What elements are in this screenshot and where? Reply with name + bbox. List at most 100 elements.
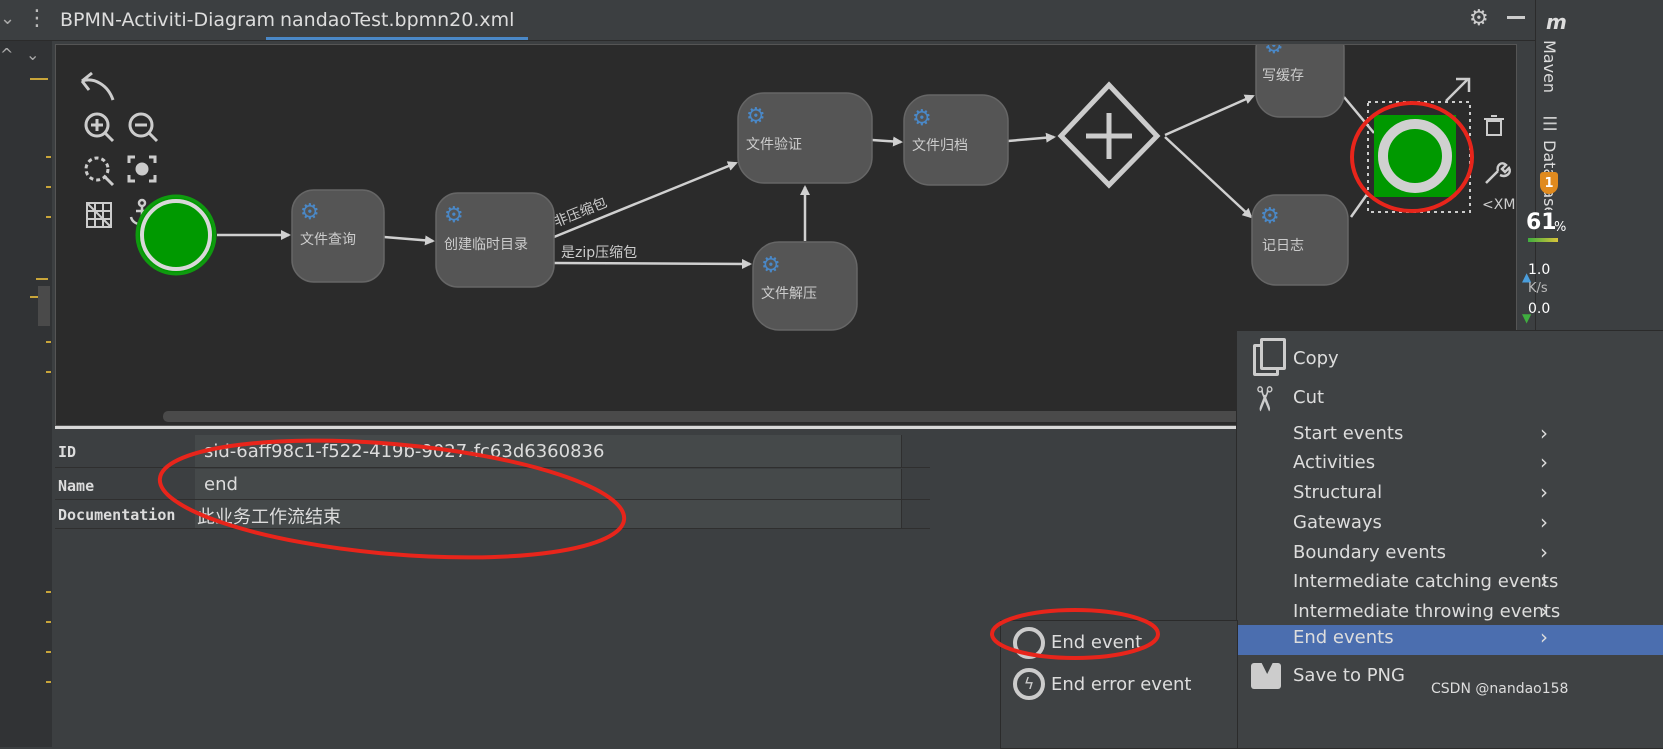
task-label: 创建临时目录 <box>444 237 528 253</box>
end-error-event-icon: ϟ <box>1013 668 1045 700</box>
edge-log-to-end[interactable] <box>1349 192 1370 218</box>
edge-gateway-to-log[interactable] <box>1164 136 1253 219</box>
chevron-right-icon: › <box>1540 450 1548 474</box>
connect-arrow-icon[interactable] <box>1445 77 1471 102</box>
maven-tool-tab[interactable]: Maven <box>1540 40 1559 93</box>
submenu-item-end-error-event[interactable]: ϟ End error event <box>1001 665 1237 705</box>
menu-item-end-events[interactable]: End events › <box>1237 625 1663 655</box>
parallel-gateway[interactable] <box>1057 81 1161 189</box>
chevron-right-icon: › <box>1540 510 1548 534</box>
upload-rate: 1.0 <box>1528 262 1551 278</box>
notification-badge[interactable]: 1 <box>1540 172 1558 194</box>
menu-item-cut[interactable]: ✂ Cut <box>1237 383 1663 419</box>
menu-label: Boundary events <box>1293 542 1447 563</box>
task-label: 文件查询 <box>300 232 356 248</box>
tab-nandao-test-xml[interactable]: nandaoTest.bpmn20.xml <box>266 0 529 40</box>
scissors-icon: ✂ <box>1243 384 1284 414</box>
menu-label: Intermediate catching events <box>1293 571 1559 592</box>
gear-icon: ⚙ <box>300 200 320 225</box>
fold-up-icon[interactable]: ^ <box>0 45 13 64</box>
zoom-out-icon[interactable] <box>128 112 159 143</box>
menu-item-copy[interactable]: Copy <box>1237 338 1663 380</box>
end-events-submenu: End event ϟ End error event <box>990 608 1238 749</box>
task-label: 文件验证 <box>746 137 802 153</box>
end-event-selected[interactable] <box>1350 101 1474 213</box>
chevron-right-icon: › <box>1540 599 1548 623</box>
menu-label: End events <box>1293 627 1394 648</box>
center-focus-icon[interactable] <box>127 155 157 183</box>
gear-icon: ⚙ <box>444 203 464 228</box>
settings-gear-icon[interactable]: ⚙ <box>1469 6 1489 31</box>
chevron-right-icon: › <box>1540 625 1548 649</box>
submenu-label: End error event <box>1051 674 1192 695</box>
undo-icon[interactable] <box>80 71 115 101</box>
monitor-percent: 61 <box>1526 210 1557 235</box>
menu-item-intermediate-catching-events[interactable]: Intermediate catching events › <box>1237 569 1663 599</box>
watermark: CSDN @nandao158 <box>1431 681 1569 697</box>
property-key: ID <box>58 443 77 461</box>
zoom-fit-icon[interactable] <box>84 156 115 187</box>
task-label: 文件解压 <box>761 286 817 302</box>
menu-label: Cut <box>1293 387 1325 408</box>
task-file-verify[interactable]: ⚙ 文件验证 <box>737 92 873 184</box>
wrench-icon[interactable] <box>1485 162 1511 184</box>
badge-count: 1 <box>1544 176 1554 191</box>
minimize-icon[interactable] <box>1507 16 1525 19</box>
task-file-archive[interactable]: ⚙ 文件归档 <box>903 94 1009 186</box>
collapse-icon[interactable]: ⌄ <box>0 8 15 29</box>
zoom-in-icon[interactable] <box>84 112 115 143</box>
edge-archive-to-gateway[interactable] <box>1007 132 1056 143</box>
gear-icon: ⚙ <box>1264 45 1284 59</box>
edge-gateway-to-cache[interactable] <box>1164 94 1255 137</box>
menu-label: Intermediate throwing events <box>1293 601 1561 622</box>
grid-icon[interactable] <box>86 202 112 228</box>
start-event[interactable] <box>135 194 217 276</box>
download-rate: 0.0 <box>1528 301 1551 317</box>
menu-label: Structural <box>1293 482 1383 503</box>
editor-tab-bar: ⌄ ⋮ BPMN-Activiti-Diagram nandaoTest.bpm… <box>0 0 1663 41</box>
menu-item-boundary-events[interactable]: Boundary events › <box>1237 540 1663 570</box>
editor-gutter: ^ ⌄ <box>0 41 52 747</box>
menu-item-activities[interactable]: Activities › <box>1237 450 1663 480</box>
menu-item-gateways[interactable]: Gateways › <box>1237 510 1663 540</box>
chevron-right-icon: › <box>1540 421 1548 445</box>
monitor-bar <box>1528 238 1558 242</box>
edge-query-to-tempdir[interactable] <box>383 235 435 246</box>
annotation-ellipse-properties <box>157 438 627 560</box>
task-log[interactable]: ⚙ 记日志 <box>1251 194 1349 286</box>
menu-item-start-events[interactable]: Start events › <box>1237 421 1663 451</box>
property-key: Name <box>58 477 95 495</box>
annotation-ellipse-end-event <box>990 608 1160 660</box>
edge-label-is-zip: 是zip压缩包 <box>561 245 637 261</box>
task-label: 写缓存 <box>1262 68 1304 84</box>
chevron-right-icon: › <box>1540 480 1548 504</box>
menu-label: Copy <box>1293 348 1339 369</box>
task-label: 记日志 <box>1262 238 1304 254</box>
task-write-cache[interactable]: ⚙ 写缓存 <box>1255 45 1345 118</box>
menu-label: Activities <box>1293 452 1376 473</box>
fold-down-icon[interactable]: ⌄ <box>26 45 39 64</box>
rate-unit: K/s <box>1528 281 1548 296</box>
edge-non-zip[interactable] <box>553 161 738 239</box>
chevron-right-icon: › <box>1540 569 1548 593</box>
task-label: 文件归档 <box>912 137 968 154</box>
monitor-percent-unit: % <box>1554 220 1567 235</box>
menu-label: Gateways <box>1293 512 1382 533</box>
tab-bpmn-activiti-diagram[interactable]: BPMN-Activiti-Diagram <box>60 0 275 40</box>
edge-verify-to-archive[interactable] <box>871 136 903 147</box>
gear-icon: ⚙ <box>1260 204 1280 229</box>
task-file-query[interactable]: ⚙ 文件查询 <box>291 189 385 283</box>
maven-logo-icon[interactable]: m <box>1546 10 1567 34</box>
menu-item-structural[interactable]: Structural › <box>1237 480 1663 510</box>
edge-is-zip[interactable] <box>553 258 752 269</box>
cpu-monitor: 61 <box>1526 210 1557 235</box>
menu-label: Save to PNG <box>1293 665 1405 686</box>
database-icon[interactable]: ☰ <box>1542 114 1558 135</box>
task-file-unzip[interactable]: ⚙ 文件解压 <box>752 241 858 331</box>
chevron-right-icon: › <box>1540 540 1548 564</box>
delete-trash-icon[interactable] <box>1484 115 1504 136</box>
menu-label: Start events <box>1293 423 1404 444</box>
gear-icon: ⚙ <box>761 253 781 278</box>
task-create-temp-dir[interactable]: ⚙ 创建临时目录 <box>435 192 555 288</box>
more-options-icon[interactable]: ⋮ <box>26 6 48 31</box>
